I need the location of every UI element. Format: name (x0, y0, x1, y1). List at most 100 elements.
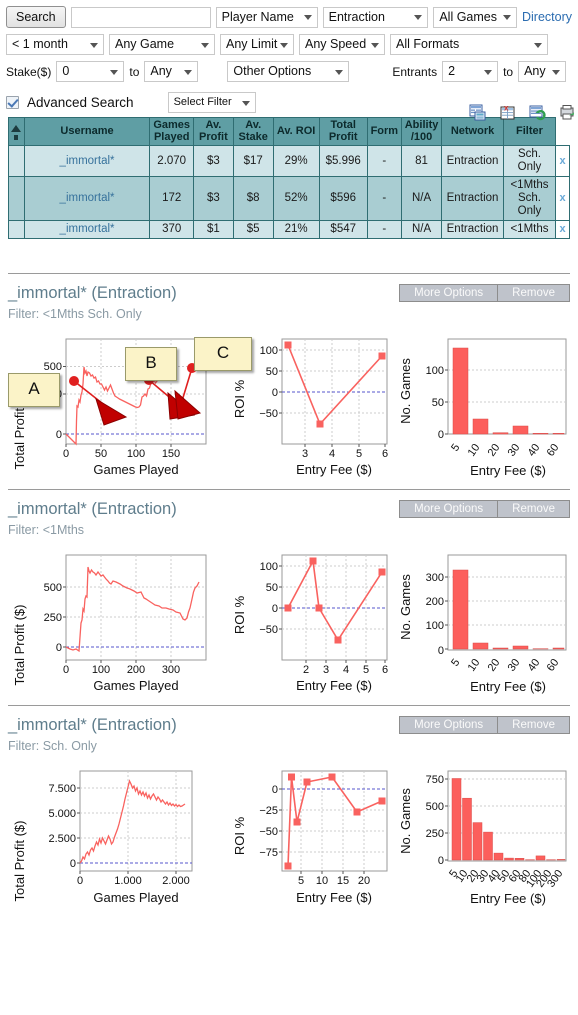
y-tick-7500: 7.500 (48, 783, 76, 795)
search-field-select[interactable]: Player Name (215, 6, 318, 28)
table-row[interactable]: _immortal* 172 $3 $8 52% $596 - N/A Entr… (8, 176, 570, 221)
table-row[interactable]: _immortal* 2.070 $3 $17 29% $5.996 - 81 … (8, 145, 570, 177)
username-link[interactable]: _immortal* (60, 192, 115, 204)
stake-min-select[interactable]: 0 (56, 61, 125, 82)
chevron-down-icon (484, 69, 493, 75)
col-form[interactable]: Form (366, 117, 402, 146)
results-table: Username Games Played Av. Profit Av. Sta… (8, 117, 570, 239)
x-axis-title: Entry Fee ($) (296, 678, 372, 693)
search-input[interactable] (70, 6, 211, 28)
y-tick-5000: 5.000 (48, 808, 76, 820)
col-username[interactable]: Username (23, 117, 151, 146)
player-panel-0: _immortal* (Entraction) Filter: <1Mths S… (0, 274, 578, 479)
remove-button[interactable]: Remove (497, 501, 569, 517)
limit-select[interactable]: Any Limit (220, 34, 294, 55)
remove-button[interactable]: Remove (497, 717, 569, 733)
stake-max-select[interactable]: Any (144, 61, 199, 82)
delete-grid-icon[interactable]: x (499, 104, 516, 121)
y-axis-title: No. Games (398, 788, 413, 854)
x-tick-150: 150 (162, 448, 180, 460)
remove-button[interactable]: Remove (497, 285, 569, 301)
x-axis-title: Entry Fee ($) (296, 462, 372, 477)
player-panel-1: _immortal* (Entraction) Filter: <1Mths M… (0, 490, 578, 695)
advanced-search-checkbox[interactable] (6, 96, 19, 109)
stake-min-value: 0 (62, 64, 70, 78)
cell-ability: 81 (400, 145, 443, 177)
y-axis-title: No. Games (398, 358, 413, 424)
x-axis-title: Entry Fee ($) (470, 891, 546, 906)
format-select[interactable]: All Formats (390, 34, 548, 55)
x-axis-title: Games Played (93, 678, 178, 693)
username-link[interactable]: _immortal* (60, 155, 115, 167)
row-spacer (8, 176, 25, 221)
games-select[interactable]: All Games (433, 6, 517, 28)
export-report-icon[interactable] (469, 104, 486, 121)
chevron-down-icon (534, 42, 542, 48)
x-tick-10: 10 (316, 875, 328, 887)
speed-select[interactable]: Any Speed (299, 34, 385, 55)
x-tick-20: 20 (486, 657, 503, 674)
cell-username[interactable]: _immortal* (23, 176, 151, 221)
refresh-grid-icon[interactable] (529, 104, 546, 121)
entrants-min-select[interactable]: 2 (442, 61, 499, 82)
col-av-roi[interactable]: Av. ROI (272, 117, 320, 146)
x-tick-0: 0 (63, 448, 69, 460)
bar-60 (552, 433, 565, 435)
table-row[interactable]: _immortal* 370 $1 $5 21% $547 - N/A Entr… (8, 220, 570, 239)
sort-column-header[interactable] (8, 117, 25, 146)
cell-av-stake: $8 (232, 176, 274, 221)
col-ability[interactable]: Ability /100 (400, 117, 443, 146)
y-tick-neg75: −75 (259, 847, 278, 859)
col-network[interactable]: Network (441, 117, 504, 146)
x-tick-1000: 1.000 (114, 875, 142, 887)
select-filter-dropdown[interactable]: Select Filter (167, 92, 256, 113)
col-ability-label: Ability /100 (404, 119, 439, 143)
panel-filter-label: Filter: Sch. Only (8, 739, 97, 753)
cell-form: - (366, 176, 402, 221)
username-link[interactable]: _immortal* (60, 223, 115, 235)
chart-roi: ROI % 0 −25 −50 −75 5 10 15 20 Entry Fee… (230, 761, 398, 911)
panel-filter-label: Filter: <1Mths Sch. Only (8, 307, 142, 321)
x-tick-10: 10 (466, 657, 483, 674)
cell-delete: x (555, 176, 570, 221)
cell-av-roi: 21% (272, 220, 320, 239)
bar-50 (504, 857, 514, 861)
chart-total-profit: Total Profit ($) 500 250 0 0 100 200 300 (8, 545, 230, 695)
cell-form: - (366, 145, 402, 177)
y-tick-50: 50 (432, 397, 444, 409)
y-tick-0: 0 (70, 858, 76, 870)
delete-row-button[interactable]: x (560, 155, 566, 167)
col-games-played-label: Games Played (153, 119, 191, 143)
x-tick-100: 100 (92, 664, 110, 676)
col-delete (555, 117, 570, 146)
other-options-select[interactable]: Other Options (227, 61, 350, 82)
chart-total-profit: Total Profit ($) 500 250 0 0 50 100 150 (8, 329, 252, 479)
panel-buttons: More Options Remove (399, 500, 570, 518)
game-select[interactable]: Any Game (109, 34, 215, 55)
period-select[interactable]: < 1 month (6, 34, 104, 55)
network-select[interactable]: Entraction (322, 6, 429, 28)
player-panel-2: _immortal* (Entraction) Filter: Sch. Onl… (0, 706, 578, 911)
col-games-played[interactable]: Games Played (149, 117, 195, 146)
more-options-button[interactable]: More Options (400, 501, 498, 517)
cell-username[interactable]: _immortal* (23, 145, 151, 177)
col-av-profit[interactable]: Av. Profit (193, 117, 234, 146)
col-av-stake[interactable]: Av. Stake (232, 117, 274, 146)
more-options-button[interactable]: More Options (400, 717, 498, 733)
directory-link[interactable]: Directory (522, 10, 572, 24)
delete-row-button[interactable]: x (560, 192, 566, 204)
entrants-max-select[interactable]: Any (518, 61, 567, 82)
cell-username[interactable]: _immortal* (23, 220, 151, 239)
col-total-profit[interactable]: Total Profit (318, 117, 368, 146)
y-tick-neg25: −25 (259, 805, 278, 817)
annotation-callout-c: C (194, 337, 252, 371)
more-options-button[interactable]: More Options (400, 285, 498, 301)
select-filter-value: Select Filter (173, 96, 232, 108)
col-filter[interactable]: Filter (502, 117, 557, 146)
panel-charts: Total Profit ($) 500 250 0 0 50 100 150 (8, 329, 570, 479)
search-button[interactable]: Search (6, 6, 66, 28)
cell-av-profit: $1 (193, 220, 234, 239)
delete-row-button[interactable]: x (560, 223, 566, 235)
print-icon[interactable] (559, 104, 576, 121)
panel-filter-label: Filter: <1Mths (8, 523, 85, 537)
